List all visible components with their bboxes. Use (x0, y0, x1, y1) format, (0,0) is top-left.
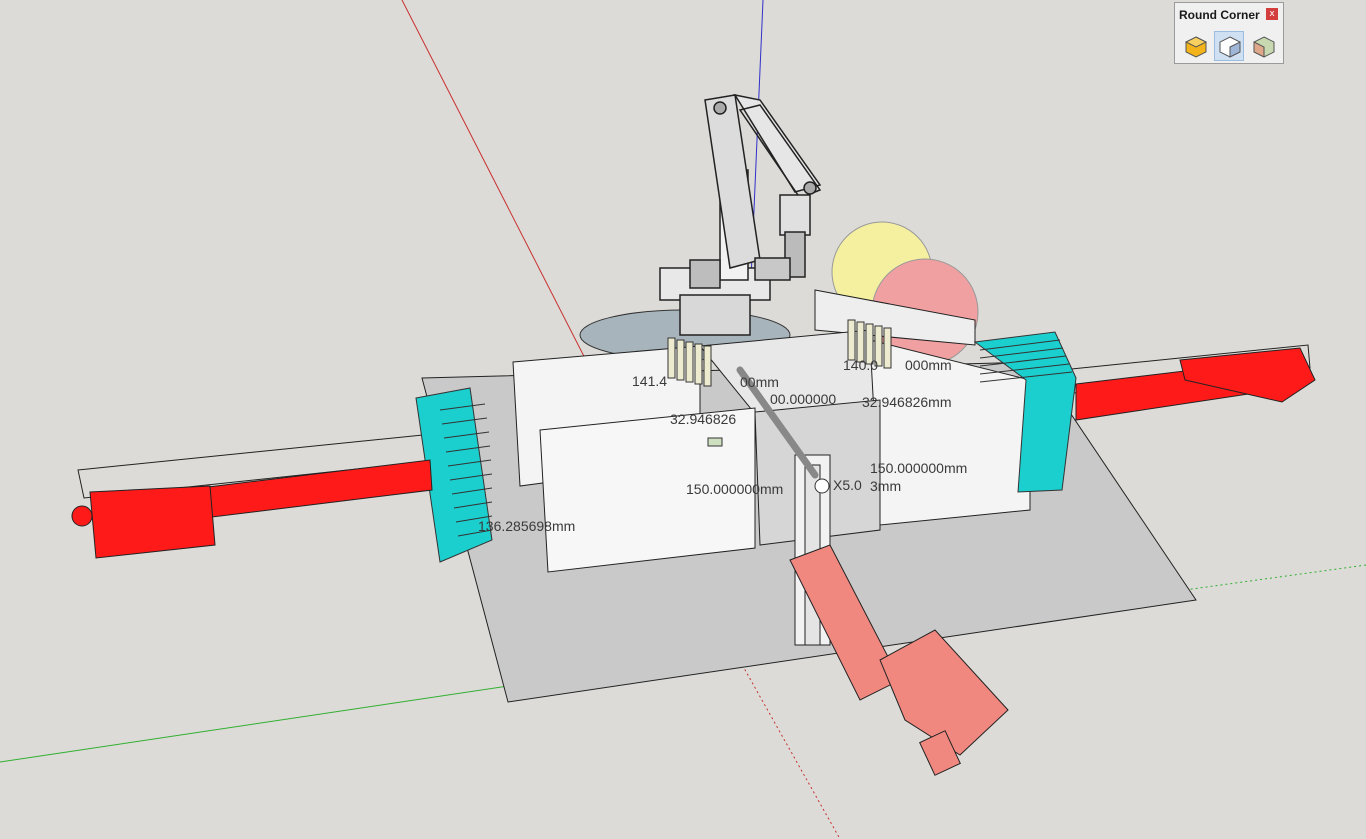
dim-label: 141.4 (632, 373, 667, 389)
round-corner-toolbar[interactable]: Round Corner x (1174, 2, 1284, 64)
sharp-corner-tool-button[interactable] (1214, 31, 1244, 61)
dim-label: 00.000000 (770, 391, 836, 407)
bevel-tool-button[interactable] (1248, 31, 1278, 61)
dim-label: X5.0 (833, 477, 862, 493)
round-corner-tool-button[interactable] (1180, 31, 1210, 61)
dim-label: 3mm (870, 478, 901, 494)
dim-label: 32.946826 (670, 411, 736, 427)
dim-label: 150.000000mm (686, 481, 783, 497)
round-corner-icon (1184, 36, 1208, 58)
sharp-corner-icon (1219, 36, 1241, 58)
dim-label: 32.946826mm (862, 394, 952, 410)
small-marker (707, 437, 723, 447)
toolbar-title: Round Corner (1179, 8, 1260, 22)
close-icon[interactable]: x (1266, 8, 1278, 20)
bevel-icon (1253, 36, 1275, 58)
slider-knob[interactable] (814, 478, 830, 494)
actuator-left[interactable] (71, 459, 433, 559)
dim-label: 00mm (740, 374, 779, 390)
dim-label: 150.000000mm (870, 460, 967, 476)
dim-label: 140.0 (843, 357, 878, 373)
red-axis-dotted (734, 651, 841, 839)
robot-arm[interactable] (659, 93, 822, 336)
modeling-viewport[interactable]: 141.4 00mm 140.0 000mm 00.000000 32.9468… (0, 0, 1366, 839)
actuator-right[interactable] (1075, 347, 1316, 421)
dim-label: 136.285698mm (478, 518, 575, 534)
dim-label: 000mm (905, 357, 952, 373)
